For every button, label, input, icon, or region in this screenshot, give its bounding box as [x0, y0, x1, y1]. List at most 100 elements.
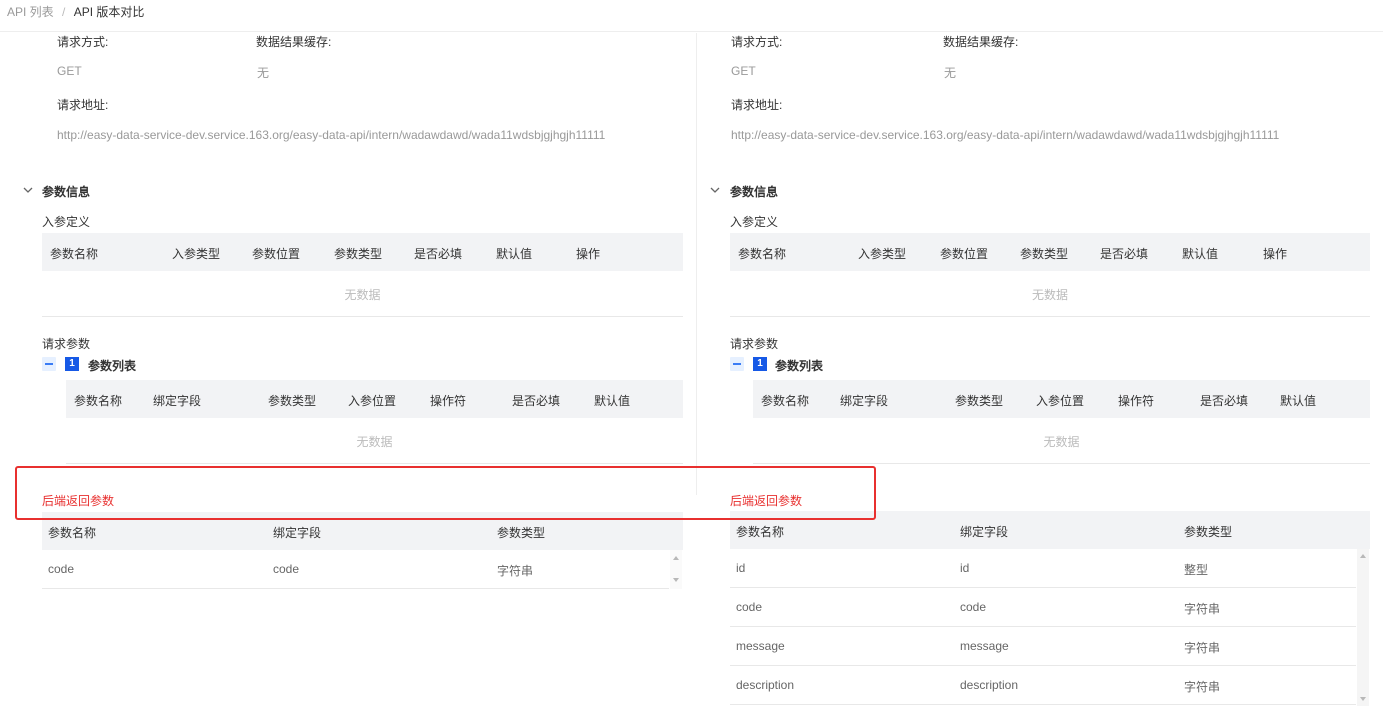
cell-param-name: code	[48, 562, 75, 576]
th-param-name: 参数名称	[48, 526, 97, 540]
highlight-annotation-box	[15, 466, 876, 520]
th-default: 默认值	[1280, 394, 1317, 408]
th-bind-field: 绑定字段	[273, 526, 322, 540]
cell-bind-field: message	[960, 639, 1009, 653]
cache-label: 数据结果缓存:	[943, 35, 1019, 49]
left-version-panel: 请求方式: 数据结果缓存: GET 无 请求地址: http://easy-da…	[0, 0, 690, 718]
cell-param-name: code	[736, 600, 763, 614]
empty-text: 无数据	[356, 435, 393, 449]
th-default: 默认值	[594, 394, 631, 408]
request-method-label: 请求方式:	[57, 35, 109, 49]
th-default: 默认值	[496, 247, 533, 261]
table-row: description description 字符串	[730, 666, 1356, 705]
cell-bind-field: id	[960, 561, 970, 575]
request-url-label: 请求地址:	[731, 98, 783, 112]
cache-value: 无	[944, 66, 957, 80]
request-url-value: http://easy-data-service-dev.service.163…	[57, 128, 606, 142]
cell-param-name: description	[736, 678, 795, 692]
th-param-type: 参数类型	[955, 394, 1004, 408]
empty-text: 无数据	[1043, 435, 1080, 449]
cell-bind-field: description	[960, 678, 1019, 692]
th-param-type: 参数类型	[1020, 247, 1069, 261]
th-input-location: 入参位置	[1036, 394, 1085, 408]
param-list-table-header: 参数名称 绑定字段 参数类型 入参位置 操作符 是否必填 默认值	[753, 380, 1370, 418]
table-row: code code 字符串	[730, 588, 1356, 627]
th-param-name: 参数名称	[74, 394, 123, 408]
th-operator: 操作符	[1118, 394, 1155, 408]
input-def-table-header: 参数名称 入参类型 参数位置 参数类型 是否必填 默认值 操作	[42, 233, 683, 271]
request-url-label: 请求地址:	[57, 98, 109, 112]
request-params-title: 请求参数	[42, 337, 91, 351]
input-def-empty-row: 无数据	[730, 271, 1370, 317]
th-input-type: 入参类型	[858, 247, 907, 261]
th-required: 是否必填	[512, 394, 561, 408]
backend-table-scrollbar[interactable]	[1357, 549, 1369, 706]
th-param-location: 参数位置	[940, 247, 989, 261]
th-bind-field: 绑定字段	[153, 394, 202, 408]
right-version-panel: 请求方式: 数据结果缓存: GET 无 请求地址: http://easy-da…	[690, 0, 1380, 718]
scroll-up-icon[interactable]	[1360, 554, 1366, 558]
scroll-down-icon[interactable]	[673, 578, 679, 582]
cell-param-type: 字符串	[1184, 602, 1221, 616]
scroll-down-icon[interactable]	[1360, 697, 1366, 701]
minus-square-icon[interactable]	[42, 357, 56, 371]
empty-text: 无数据	[344, 288, 381, 302]
cell-param-type: 字符串	[497, 564, 534, 578]
table-row: message message 字符串	[730, 627, 1356, 666]
th-required: 是否必填	[414, 247, 463, 261]
th-bind-field: 绑定字段	[960, 525, 1009, 539]
param-info-title: 参数信息	[730, 185, 779, 199]
empty-text: 无数据	[1031, 288, 1068, 302]
param-list-title: 参数列表	[88, 359, 137, 373]
cache-label: 数据结果缓存:	[256, 35, 332, 49]
cell-param-name: message	[736, 639, 785, 653]
th-bind-field: 绑定字段	[840, 394, 889, 408]
cache-value: 无	[257, 66, 270, 80]
chevron-down-icon[interactable]	[709, 184, 721, 196]
request-url-value: http://easy-data-service-dev.service.163…	[731, 128, 1280, 142]
th-param-type: 参数类型	[497, 526, 546, 540]
input-def-title: 入参定义	[42, 215, 91, 229]
input-def-title: 入参定义	[730, 215, 779, 229]
input-def-table-header: 参数名称 入参类型 参数位置 参数类型 是否必填 默认值 操作	[730, 233, 1370, 271]
th-action: 操作	[1263, 247, 1288, 261]
scroll-up-icon[interactable]	[673, 556, 679, 560]
cell-param-type: 字符串	[1184, 680, 1221, 694]
param-list-table-header: 参数名称 绑定字段 参数类型 入参位置 操作符 是否必填 默认值	[66, 380, 683, 418]
param-list-empty-row: 无数据	[66, 418, 683, 464]
cell-bind-field: code	[960, 600, 987, 614]
cell-param-type: 字符串	[1184, 641, 1221, 655]
cell-param-name: id	[736, 561, 746, 575]
param-list-title: 参数列表	[775, 359, 824, 373]
th-param-name: 参数名称	[761, 394, 810, 408]
th-action: 操作	[576, 247, 601, 261]
request-method-value: GET	[731, 64, 756, 78]
table-row: code code 字符串	[42, 550, 669, 589]
request-params-title: 请求参数	[730, 337, 779, 351]
th-required: 是否必填	[1200, 394, 1249, 408]
table-row: id id 整型	[730, 549, 1356, 588]
th-param-type: 参数类型	[334, 247, 383, 261]
param-info-title: 参数信息	[42, 185, 91, 199]
minus-square-icon[interactable]	[730, 357, 744, 371]
th-required: 是否必填	[1100, 247, 1149, 261]
th-param-location: 参数位置	[252, 247, 301, 261]
chevron-down-icon[interactable]	[22, 184, 34, 196]
th-operator: 操作符	[430, 394, 467, 408]
th-param-type: 参数类型	[268, 394, 317, 408]
th-input-type: 入参类型	[172, 247, 221, 261]
param-list-empty-row: 无数据	[753, 418, 1370, 464]
cell-bind-field: code	[273, 562, 300, 576]
param-list-index-badge: 1	[65, 357, 79, 371]
param-list-index-badge: 1	[753, 357, 767, 371]
th-default: 默认值	[1182, 247, 1219, 261]
input-def-empty-row: 无数据	[42, 271, 683, 317]
th-param-name: 参数名称	[738, 247, 787, 261]
th-param-name: 参数名称	[736, 525, 785, 539]
request-method-label: 请求方式:	[731, 35, 783, 49]
cell-param-type: 整型	[1184, 563, 1209, 577]
th-param-type: 参数类型	[1184, 525, 1233, 539]
th-input-location: 入参位置	[348, 394, 397, 408]
request-method-value: GET	[57, 64, 82, 78]
th-param-name: 参数名称	[50, 247, 99, 261]
